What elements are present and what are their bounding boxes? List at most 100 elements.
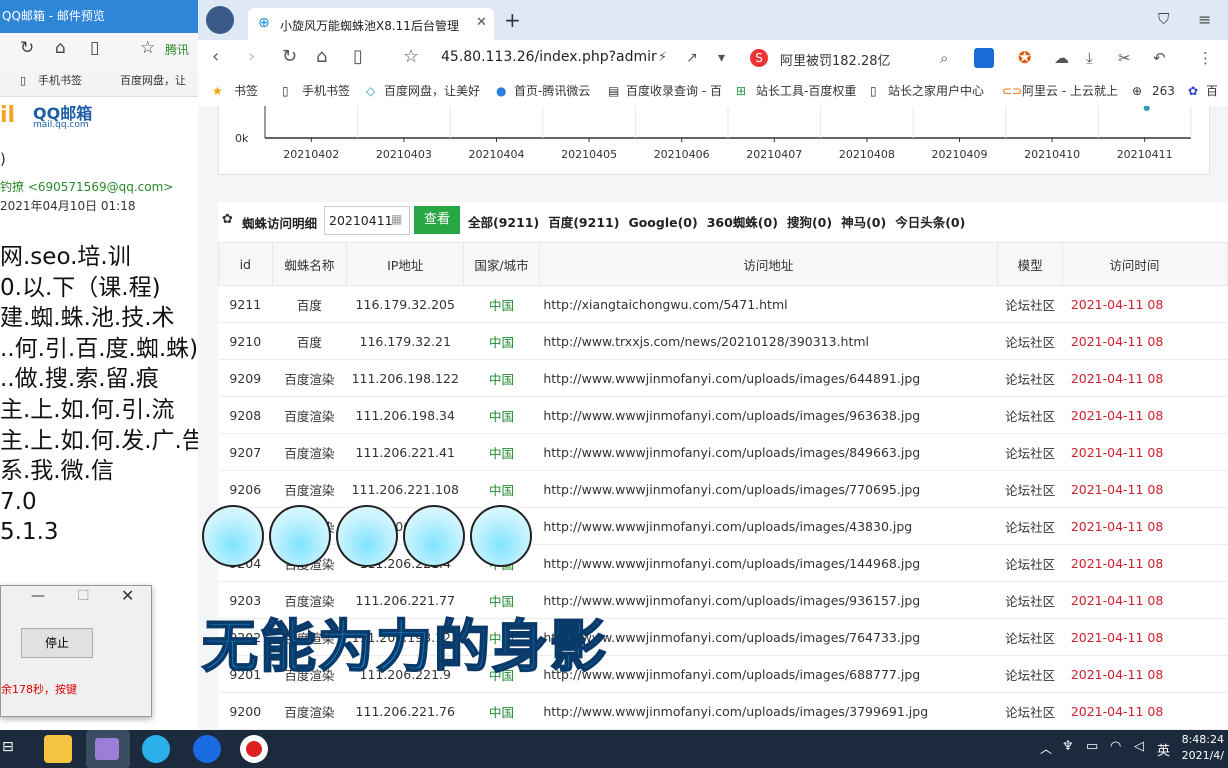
tshirt-icon[interactable]: ⛉ [1158, 10, 1169, 28]
cell-model: 论坛社区 [997, 470, 1063, 508]
bookmark-8[interactable]: 263 [1152, 76, 1175, 106]
cell-url[interactable]: http://www.wwwjinmofanyi.com/uploads/ima… [539, 470, 998, 508]
avatar[interactable] [206, 6, 234, 34]
bookmark-2[interactable]: 百度网盘，让美好 [384, 76, 480, 106]
bookmark-7[interactable]: 阿里云 - 上云就上 [1022, 76, 1118, 106]
share-icon[interactable]: ↗ [686, 50, 698, 66]
gamepad-icon[interactable]: ✪ [1018, 48, 1031, 67]
cell-url[interactable]: http://www.wwwjinmofanyi.com/uploads/ima… [539, 618, 998, 656]
col-id[interactable]: id [218, 242, 273, 286]
tab-close-icon[interactable]: ✕ [476, 15, 487, 30]
date-value: 20210411 [329, 213, 393, 228]
cell-url[interactable]: http://www.wwwjinmofanyi.com/uploads/ima… [539, 359, 998, 397]
sender-text: 钓撩 <690571569@qq.com> [0, 180, 174, 194]
undo-icon[interactable]: ↶ [1153, 49, 1166, 67]
toolbar-star-label[interactable]: 腾讯 [165, 41, 189, 58]
left-bookmark-1[interactable]: 百度网盘，让 [120, 66, 186, 96]
tray-arrow-icon[interactable]: ︿ [1040, 740, 1052, 757]
cell-url[interactable]: http://www.wwwjinmofanyi.com/uploads/ima… [539, 396, 998, 434]
record-icon[interactable] [240, 735, 268, 763]
spider-stat[interactable]: 全部(9211) [468, 215, 539, 230]
bookmark-9[interactable]: 百 [1206, 76, 1218, 106]
dropdown-icon[interactable]: ▾ [718, 50, 725, 66]
bookmark-3[interactable]: 首页-腾讯微云 [514, 76, 590, 106]
spider-stat[interactable]: 今日头条(0) [895, 215, 965, 230]
logo-sub: mail.qq.com [33, 120, 89, 130]
microphone-icon[interactable]: ♆ [1062, 739, 1074, 754]
ime-indicator[interactable]: 英 [1157, 740, 1170, 759]
menu-icon[interactable]: ≡ [1198, 10, 1211, 29]
cell-url[interactable]: http://www.wwwjinmofanyi.com/uploads/ima… [539, 544, 998, 582]
new-tab-icon[interactable]: + [504, 8, 521, 32]
cell-url[interactable]: http://www.trxxjs.com/news/20210128/3903… [539, 322, 998, 360]
volume-icon[interactable]: ◁ [1134, 739, 1144, 754]
file-explorer-icon[interactable] [44, 735, 72, 763]
calendar-icon[interactable]: ▦ [391, 212, 402, 226]
address-bar[interactable]: 45.80.113.26/index.php?admir [441, 49, 657, 65]
star-icon[interactable]: ☆ [140, 38, 155, 58]
download-icon[interactable]: ⤓ [1086, 49, 1093, 67]
cell-url[interactable]: http://www.wwwjinmofanyi.com/uploads/ima… [539, 581, 998, 619]
col-spider[interactable]: 蜘蛛名称 [271, 242, 348, 286]
extension-icon[interactable] [974, 48, 994, 68]
spider-stat[interactable]: 搜狗(0) [787, 215, 832, 230]
cell-country: 中国 [463, 359, 540, 397]
bookmark-4[interactable]: 百度收录查询 - 百 [626, 76, 722, 106]
search-hint[interactable]: 阿里被罚182.28亿 [780, 50, 891, 69]
browser-icon[interactable] [142, 735, 170, 763]
cell-url[interactable]: http://www.wwwjinmofanyi.com/uploads/ima… [539, 433, 998, 471]
left-bookmark-0[interactable]: 手机书签 [38, 66, 82, 96]
cut-icon[interactable]: ✂ [1118, 49, 1131, 67]
cell-time: 2021-04-11 08 [1062, 507, 1228, 545]
col-model[interactable]: 模型 [996, 242, 1064, 286]
minimize-icon[interactable]: — [31, 588, 45, 604]
cell-url[interactable]: http://www.wwwjinmofanyi.com/uploads/ima… [539, 507, 998, 545]
more-icon[interactable]: ⋮ [1198, 49, 1213, 67]
search-engine-icon[interactable]: S [750, 49, 768, 67]
cell-url[interactable]: http://xiangtaichongwu.com/5471.html [539, 285, 998, 323]
col-country[interactable]: 国家/城市 [463, 242, 540, 286]
search-icon[interactable]: ⌕ [940, 49, 948, 67]
globe-icon: ⊕ [1132, 84, 1143, 98]
spider-stat[interactable]: 神马(0) [841, 215, 886, 230]
stop-button[interactable]: 停止 [21, 628, 93, 658]
battery-icon[interactable]: ▭ [1086, 739, 1098, 754]
taskbar-app-active[interactable] [86, 730, 130, 768]
cell-time: 2021-04-11 08 [1062, 655, 1228, 693]
x-tick-label: 20210402 [283, 148, 339, 161]
task-view-icon[interactable]: ⊟ [2, 739, 14, 755]
bookmark-5[interactable]: 站长工具-百度权重 [756, 76, 856, 106]
tab-active[interactable]: ⊕ 小旋风万能蜘蛛池X8.11后台管理 ✕ [248, 8, 494, 40]
cell-spider: 百度渲染 [272, 692, 347, 730]
spider-stat[interactable]: 百度(9211) [548, 215, 619, 230]
k-app-icon[interactable] [193, 735, 221, 763]
date-input[interactable]: 20210411 ▦ [324, 206, 410, 235]
flash-icon[interactable]: ⚡ [658, 50, 667, 65]
back-icon[interactable]: ‹ [212, 46, 219, 67]
reader-icon[interactable]: ▯ [90, 38, 99, 58]
close-icon[interactable]: ✕ [121, 586, 134, 605]
cell-url[interactable]: http://www.wwwjinmofanyi.com/uploads/ima… [539, 692, 998, 730]
spider-stat[interactable]: 360蜘蛛(0) [707, 215, 778, 230]
tab-title: 小旋风万能蜘蛛池X8.11后台管理 [280, 19, 459, 33]
bookmark-0[interactable]: 书签 [234, 76, 258, 106]
refresh-icon[interactable]: ↻ [20, 38, 34, 58]
bookmark-1[interactable]: 手机书签 [302, 76, 350, 106]
cell-url[interactable]: http://www.wwwjinmofanyi.com/uploads/ima… [539, 655, 998, 693]
home-icon[interactable]: ⌂ [316, 46, 327, 67]
query-button[interactable]: 查看 [414, 206, 460, 234]
col-url[interactable]: 访问地址 [538, 242, 998, 286]
spider-stat[interactable]: Google(0) [628, 215, 697, 230]
weather-icon[interactable]: ☁ [1054, 49, 1069, 67]
star-icon[interactable]: ☆ [403, 46, 419, 67]
refresh-icon[interactable]: ↻ [282, 46, 297, 67]
clock[interactable]: 8:48:24 2021/4/ [1182, 732, 1224, 764]
home-icon[interactable]: ⌂ [55, 38, 66, 58]
cell-country: 中国 [463, 433, 540, 471]
reader-icon[interactable]: ▯ [353, 46, 363, 67]
col-time[interactable]: 访问时间 [1062, 242, 1228, 286]
col-ip[interactable]: IP地址 [346, 242, 465, 286]
wifi-icon[interactable]: ◠ [1110, 739, 1121, 754]
bookmark-6[interactable]: 站长之家用户中心 [888, 76, 984, 106]
spider-chart: 0k 20210402 20210403 20210404 20210405 202104… [218, 106, 1210, 175]
